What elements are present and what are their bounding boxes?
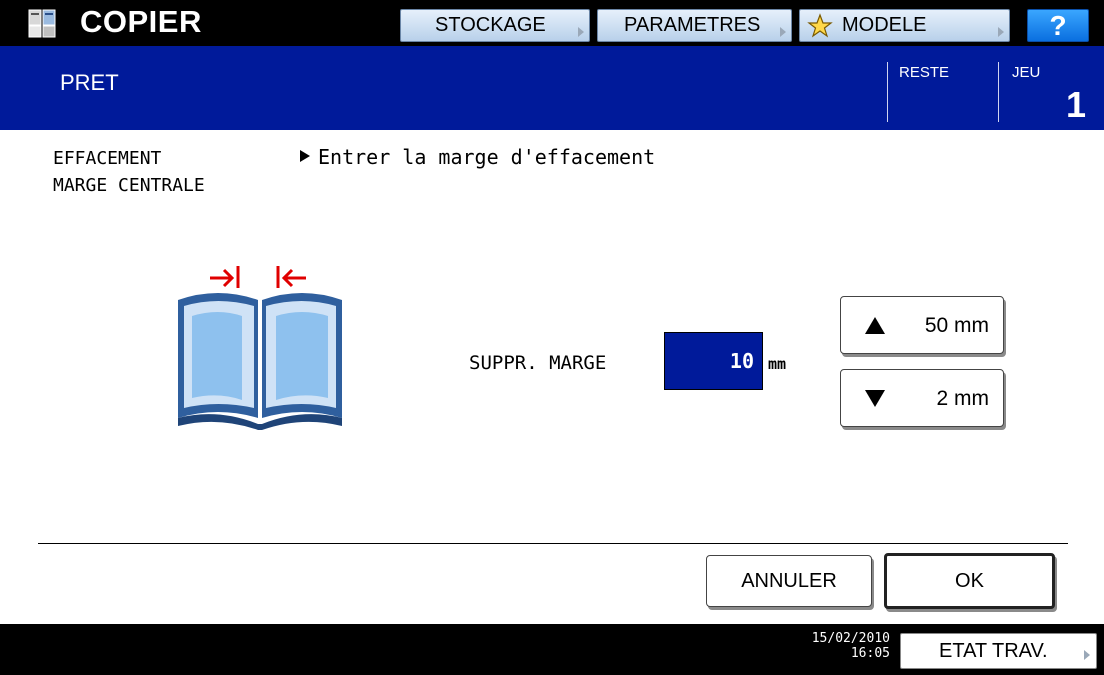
increase-50mm-button[interactable]: 50 mm — [840, 296, 1004, 354]
arrow-right-icon — [1084, 650, 1090, 660]
function-title: EFFACEMENT MARGE CENTRALE — [53, 145, 205, 199]
divider — [887, 62, 888, 122]
arrow-right-icon — [998, 27, 1004, 37]
margin-value-field[interactable]: 10 — [664, 332, 763, 390]
triangle-down-icon — [865, 390, 885, 407]
parametres-label: PARAMETRES — [624, 14, 761, 36]
star-icon — [807, 13, 833, 38]
status-band — [0, 46, 1104, 130]
modele-button[interactable]: MODELE — [799, 9, 1010, 42]
parametres-button[interactable]: PARAMETRES — [597, 9, 792, 42]
stockage-label: STOCKAGE — [435, 14, 546, 36]
instruction-text: Entrer la marge d'effacement — [318, 145, 656, 169]
date-text: 15/02/2010 — [811, 631, 890, 646]
app-title: COPIER — [80, 4, 202, 39]
function-title-line1: EFFACEMENT — [53, 148, 162, 169]
arrow-right-icon — [578, 27, 584, 37]
jeu-value: 1 — [1066, 84, 1087, 125]
datetime: 15/02/2010 16:05 — [790, 631, 890, 661]
job-status-button[interactable]: ETAT TRAV. — [900, 633, 1097, 669]
divider — [998, 62, 999, 122]
function-title-line2: MARGE CENTRALE — [53, 175, 205, 196]
cancel-button[interactable]: ANNULER — [706, 555, 872, 607]
decrease-2mm-button[interactable]: 2 mm — [840, 369, 1004, 427]
copier-icon — [28, 9, 56, 38]
help-button[interactable]: ? — [1027, 9, 1089, 42]
triangle-right-icon — [300, 150, 310, 162]
modele-label: MODELE — [842, 14, 927, 36]
jeu-label: JEU — [1012, 64, 1041, 81]
decrease-label: 2 mm — [936, 387, 990, 410]
ok-button[interactable]: OK — [884, 553, 1055, 609]
margin-unit: mm — [768, 355, 787, 373]
triangle-up-icon — [865, 317, 885, 334]
status-text: PRET — [60, 70, 119, 95]
increase-label: 50 mm — [924, 314, 989, 337]
time-text: 16:05 — [850, 646, 890, 661]
reste-label: RESTE — [899, 64, 950, 81]
arrow-right-icon — [780, 27, 786, 37]
margin-label: SUPPR. MARGE — [469, 352, 607, 374]
job-status-label: ETAT TRAV. — [939, 640, 1048, 662]
divider — [38, 543, 1068, 544]
stockage-button[interactable]: STOCKAGE — [400, 9, 590, 42]
book-margin-icon — [178, 266, 342, 430]
